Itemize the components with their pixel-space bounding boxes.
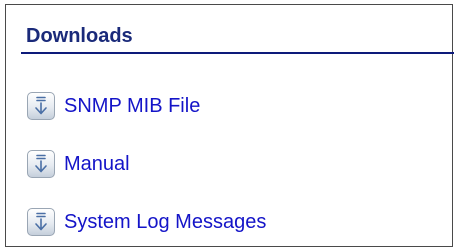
- download-item-system-log-messages[interactable]: System Log Messages: [27, 208, 266, 236]
- download-link-manual[interactable]: Manual: [64, 152, 130, 176]
- downloads-panel: Downloads SNMP MIB File Manual System Lo…: [5, 4, 454, 247]
- download-icon[interactable]: [27, 92, 55, 120]
- download-icon[interactable]: [27, 150, 55, 178]
- panel-title: Downloads: [26, 25, 133, 47]
- download-link-system-log-messages[interactable]: System Log Messages: [64, 210, 266, 234]
- download-link-snmp-mib-file[interactable]: SNMP MIB File: [64, 94, 200, 118]
- download-icon[interactable]: [27, 208, 55, 236]
- download-item-manual[interactable]: Manual: [27, 150, 130, 178]
- download-item-snmp-mib-file[interactable]: SNMP MIB File: [27, 92, 200, 120]
- title-divider: [21, 52, 454, 54]
